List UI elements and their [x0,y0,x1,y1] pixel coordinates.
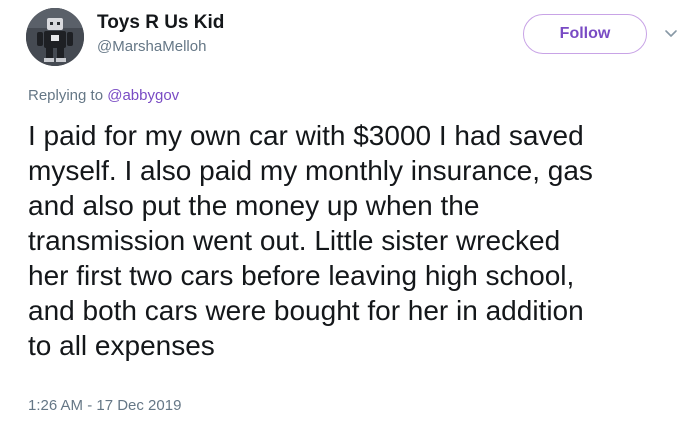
replying-to-line: Replying to @abbygov [28,87,179,105]
author-display-name[interactable]: Toys R Us Kid [97,12,224,34]
tweet-card: Toys R Us Kid @MarshaMelloh Follow Reply… [0,0,700,422]
tweet-text-line: transmission went out. Little sister wre… [28,225,561,256]
tweet-text-line: to all expenses [28,330,215,361]
tweet-text-line: I paid for my own car with $3000 I had s… [28,120,584,151]
replying-to-label: Replying to [28,87,108,104]
reply-mention-link[interactable]: @abbygov [107,87,179,104]
tweet-text-line: myself. I also paid my monthly insurance… [28,155,593,186]
tweet-text-line: and both cars were bought for her in add… [28,295,584,326]
more-options-button[interactable] [661,24,681,44]
follow-button[interactable]: Follow [523,14,647,54]
tweet-text-line: and also put the money up when the [28,190,480,221]
author-handle[interactable]: @MarshaMelloh [97,38,206,56]
robot-toy-avatar-icon [26,8,84,66]
tweet-text-line: her first two cars before leaving high s… [28,260,575,291]
tweet-timestamp[interactable]: 1:26 AM - 17 Dec 2019 [28,397,181,415]
chevron-down-icon [665,30,677,37]
avatar[interactable] [26,8,84,66]
tweet-text: I paid for my own car with $3000 I had s… [28,118,688,363]
